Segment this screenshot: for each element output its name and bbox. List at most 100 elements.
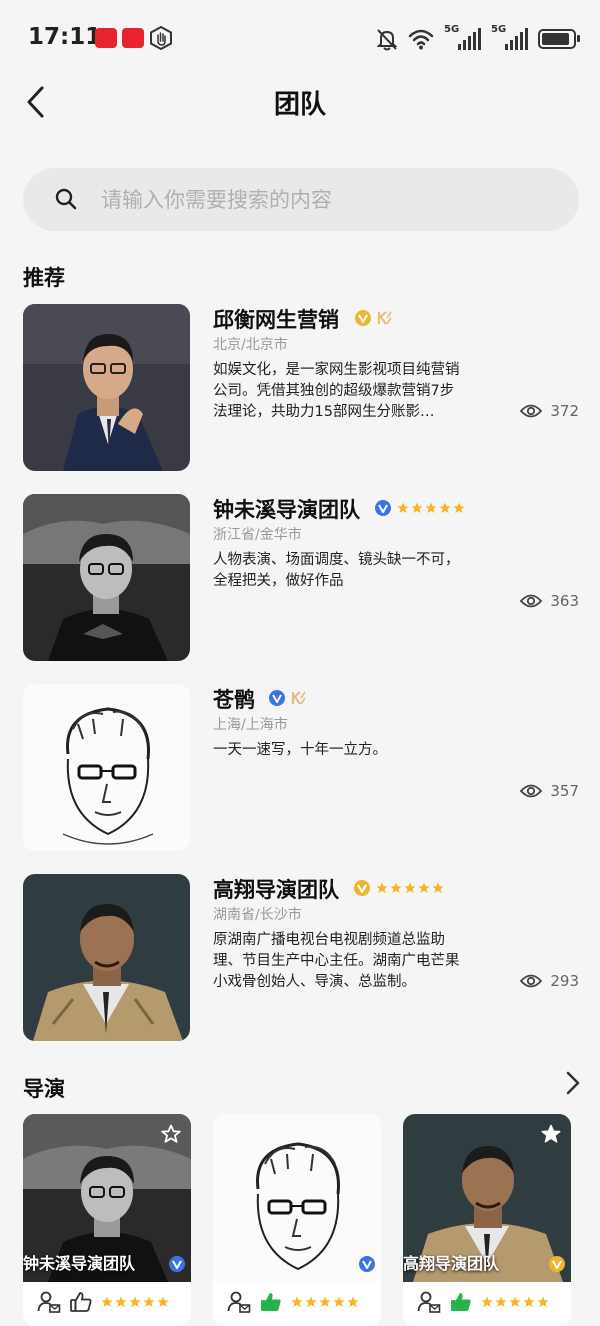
thumbs-up-filled-icon[interactable]	[449, 1290, 473, 1314]
star-icon	[404, 882, 416, 893]
star-icon	[453, 502, 465, 513]
team-photo	[23, 874, 190, 1041]
list-item[interactable]: 苍鹘 上海/上海市 一天一速写，十年一立方。 357	[23, 684, 583, 852]
star-icon	[390, 882, 402, 893]
star-outline-icon[interactable]	[161, 1124, 181, 1144]
star-icon	[509, 1296, 521, 1307]
view-count: 293	[520, 972, 579, 990]
battery-icon	[538, 29, 580, 49]
team-description: 原湖南广播电视台电视剧频道总监助理、节目生产中心主任。湖南广电芒果小戏骨创始人、…	[213, 932, 460, 990]
team-location: 浙江省/金华市	[213, 527, 302, 543]
star-icon	[411, 502, 423, 513]
search-bar[interactable]	[23, 168, 579, 231]
section-title-recommend: 推荐	[23, 266, 65, 290]
view-count-value: 357	[550, 782, 579, 800]
eye-icon	[520, 784, 543, 798]
team-location: 北京/北京市	[213, 337, 288, 353]
view-count-value: 293	[550, 972, 579, 990]
eye-icon	[520, 404, 543, 418]
star-icon	[129, 1296, 141, 1307]
team-description: 一天一速写，十年一立方。	[213, 742, 387, 758]
view-count: 372	[520, 402, 579, 420]
view-count-value: 372	[550, 402, 579, 420]
team-location: 湖南省/长沙市	[213, 907, 302, 923]
director-card[interactable]: 高翔导演团队	[403, 1114, 571, 1326]
section-title-directors: 导演	[23, 1077, 65, 1101]
thumbs-up-filled-icon[interactable]	[259, 1290, 283, 1314]
star-rating	[376, 882, 444, 894]
star-icon	[143, 1296, 155, 1307]
star-icon	[333, 1296, 345, 1307]
star-rating	[101, 1296, 169, 1308]
search-input[interactable]	[101, 168, 561, 231]
star-icon	[481, 1296, 493, 1307]
team-name: 高翔导演团队	[213, 878, 339, 902]
star-icon	[397, 502, 409, 513]
gold-v-icon	[354, 880, 370, 896]
blue-v-icon	[269, 690, 285, 706]
view-count: 363	[520, 592, 579, 610]
wifi-icon	[408, 29, 434, 50]
star-icon	[432, 882, 444, 893]
user-mail-icon[interactable]	[37, 1290, 61, 1314]
blue-v-icon	[359, 1256, 375, 1272]
team-photo	[23, 304, 190, 471]
star-icon	[305, 1296, 317, 1307]
star-icon	[537, 1296, 549, 1307]
star-icon	[439, 502, 451, 513]
director-photo	[213, 1114, 381, 1282]
director-name: 高翔导演团队	[403, 1254, 500, 1273]
team-name: 苍鹘	[213, 688, 255, 712]
mute-bell-icon	[376, 29, 398, 51]
star-icon	[115, 1296, 127, 1307]
team-photo	[23, 684, 190, 851]
app-notification-icon	[95, 28, 117, 48]
team-name: 钟未溪导演团队	[213, 498, 360, 522]
eye-icon	[520, 974, 543, 988]
user-mail-icon[interactable]	[417, 1290, 441, 1314]
star-icon	[523, 1296, 535, 1307]
director-card[interactable]: 钟未溪导演团队	[23, 1114, 191, 1326]
gold-v-icon	[355, 310, 371, 326]
user-mail-icon[interactable]	[227, 1290, 251, 1314]
star-rating	[481, 1296, 549, 1308]
blue-v-icon	[375, 500, 391, 516]
level-icon	[377, 311, 392, 325]
view-count-value: 363	[550, 592, 579, 610]
director-card[interactable]	[213, 1114, 381, 1326]
list-item[interactable]: 邱衡网生营销 北京/北京市 如娱文化，是一家网生影视项目纯营销公司。凭借其独创的…	[23, 304, 583, 472]
blue-v-icon	[169, 1256, 185, 1272]
list-item[interactable]: 钟未溪导演团队 浙江省/金华市 人物表演、场面调度、镜头缺一不可，全程把关，做好…	[23, 494, 583, 662]
search-icon	[55, 188, 77, 210]
star-icon	[291, 1296, 303, 1307]
director-name: 钟未溪导演团队	[23, 1254, 136, 1273]
app-notification-icon	[122, 28, 144, 48]
star-icon	[347, 1296, 359, 1307]
signal-icon: 5G	[444, 24, 481, 50]
signal-icon: 5G	[491, 24, 528, 50]
page-title: 团队	[273, 90, 326, 120]
star-icon	[157, 1296, 169, 1307]
star-icon	[418, 882, 430, 893]
star-icon	[376, 882, 388, 893]
gesture-icon	[150, 26, 172, 50]
team-photo	[23, 494, 190, 661]
status-time: 17:11	[28, 24, 102, 50]
team-name: 邱衡网生营销	[213, 308, 339, 332]
status-bar: 17:11 5G 5G	[0, 0, 600, 78]
star-icon	[319, 1296, 331, 1307]
star-icon	[495, 1296, 507, 1307]
star-filled-icon[interactable]	[541, 1124, 561, 1144]
gold-v-icon	[549, 1256, 565, 1272]
star-rating	[397, 502, 465, 514]
star-icon	[425, 502, 437, 513]
list-item[interactable]: 高翔导演团队 湖南省/长沙市 原湖南广播电视台电视剧频道总监助理、节目生产中心主…	[23, 874, 583, 1042]
star-rating	[291, 1296, 359, 1308]
chevron-right-icon[interactable]	[562, 1070, 584, 1096]
team-description: 如娱文化，是一家网生影视项目纯营销公司。凭借其独创的超级爆款营销7步法理论，共助…	[213, 362, 460, 420]
star-icon	[101, 1296, 113, 1307]
view-count: 357	[520, 782, 579, 800]
thumbs-up-icon[interactable]	[69, 1290, 93, 1314]
eye-icon	[520, 594, 543, 608]
level-icon	[291, 691, 306, 705]
